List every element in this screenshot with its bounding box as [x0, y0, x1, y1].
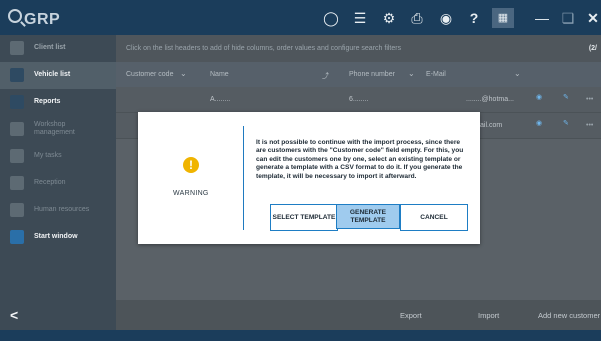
sidebar-item-human-resources[interactable]: Human resources — [0, 197, 116, 224]
sidebar-item-my-tasks[interactable]: My tasks — [0, 143, 116, 170]
cell-email: ail.com — [480, 122, 503, 129]
page-indicator: (2/ — [588, 45, 597, 52]
sidebar-item-reports[interactable]: Reports — [0, 89, 116, 116]
minimize-icon[interactable]: — — [534, 10, 550, 26]
car-icon — [10, 68, 24, 82]
add-new-customer-button[interactable]: Add new customer — [538, 311, 600, 320]
sidebar-item-label: Human resources — [34, 206, 90, 213]
sidebar-item-label: Vehicle list — [34, 71, 71, 78]
close-icon[interactable]: ✕ — [585, 10, 601, 26]
reports-icon — [10, 95, 24, 109]
list-icon[interactable]: ☰ — [352, 10, 368, 26]
sidebar-item-label: Reception — [34, 179, 66, 186]
sidebar-item-label: Reports — [34, 98, 61, 105]
camera-icon[interactable]: ◉ — [438, 10, 454, 26]
grid-icon[interactable]: ▦ — [492, 8, 514, 28]
pin-icon[interactable]: ⤴ — [322, 71, 329, 81]
reception-icon — [10, 176, 24, 190]
warning-dialog: ! WARNING It is not possible to continue… — [138, 112, 480, 244]
cell-name: A........ — [210, 96, 231, 103]
dialog-divider — [243, 126, 244, 230]
cell-phone: 6........ — [349, 96, 369, 103]
gear-icon[interactable]: ⚙ — [381, 10, 397, 26]
warning-label: WARNING — [173, 190, 209, 197]
sidebar-item-workshop-management[interactable]: Workshop management — [0, 116, 116, 143]
workshop-icon — [10, 122, 24, 136]
chevron-down-icon[interactable]: ⌄ — [408, 69, 415, 78]
sidebar-item-label: Workshop management — [34, 121, 75, 136]
tasks-icon — [10, 149, 24, 163]
home-icon — [10, 230, 24, 244]
sidebar-item-label: My tasks — [34, 152, 62, 159]
column-header-name[interactable]: Name — [210, 71, 229, 78]
sidebar-item-vehicle-list[interactable]: Vehicle list — [0, 62, 116, 89]
export-button[interactable]: Export — [400, 311, 422, 320]
warning-icon: ! — [183, 157, 199, 173]
table-header: Customer code ⌄ Name ⤴ Phone number ⌄ E-… — [116, 62, 601, 87]
restore-icon[interactable]: ❏ — [560, 10, 576, 26]
edit-icon[interactable]: ✎ — [563, 93, 573, 103]
eye-icon[interactable]: ◉ — [536, 119, 546, 129]
sidebar-item-label: Start window — [34, 233, 78, 240]
generate-template-button[interactable]: GENERATE TEMPLATE — [336, 204, 400, 229]
app-title: GRP — [24, 11, 61, 28]
app-logo: GRP — [8, 9, 60, 29]
sidebar-item-reception[interactable]: Reception — [0, 170, 116, 197]
sidebar-item-start-window[interactable]: Start window — [0, 224, 116, 251]
bottom-action-bar: Export Import Add new customer — [116, 300, 601, 330]
import-button[interactable]: Import — [478, 311, 499, 320]
car-icon — [10, 41, 24, 55]
status-bar — [0, 330, 601, 341]
help-icon[interactable]: ? — [466, 10, 482, 26]
eye-icon[interactable]: ◉ — [536, 93, 546, 103]
more-icon[interactable]: ••• — [586, 122, 593, 129]
printer-icon[interactable]: ⎙ — [409, 10, 425, 26]
sidebar-item-client-list[interactable]: Client list — [0, 35, 116, 62]
table-row[interactable]: A........ 6........ ........@hotma... ◉ … — [116, 87, 601, 113]
sidebar-item-label: Client list — [34, 44, 66, 51]
cell-email: ........@hotma... — [466, 96, 514, 103]
top-bar: GRP ◯ ☰ ⚙ ⎙ ◉ ? ▦ — ❏ ✕ — [0, 0, 601, 35]
select-template-button[interactable]: SELECT TEMPLATE — [270, 204, 338, 231]
sidebar: Client list Vehicle list Reports Worksho… — [0, 35, 116, 330]
more-icon[interactable]: ••• — [586, 96, 593, 103]
hint-bar: Click on the list headers to add of hide… — [116, 35, 601, 62]
dialog-message: It is not possible to continue with the … — [256, 139, 464, 180]
edit-icon[interactable]: ✎ — [563, 119, 573, 129]
chevron-down-icon[interactable]: ⌄ — [180, 69, 187, 78]
hint-text: Click on the list headers to add of hide… — [126, 45, 402, 52]
cancel-button[interactable]: CANCEL — [400, 204, 468, 231]
column-header-customer-code[interactable]: Customer code — [126, 71, 173, 78]
column-header-email[interactable]: E-Mail — [426, 71, 446, 78]
chevron-down-icon[interactable]: ⌄ — [514, 69, 521, 78]
people-icon — [10, 203, 24, 217]
search-icon — [8, 9, 22, 23]
column-header-phone[interactable]: Phone number — [349, 71, 395, 78]
globe-icon[interactable]: ◯ — [323, 10, 339, 26]
back-arrow-icon[interactable]: < — [10, 307, 18, 323]
